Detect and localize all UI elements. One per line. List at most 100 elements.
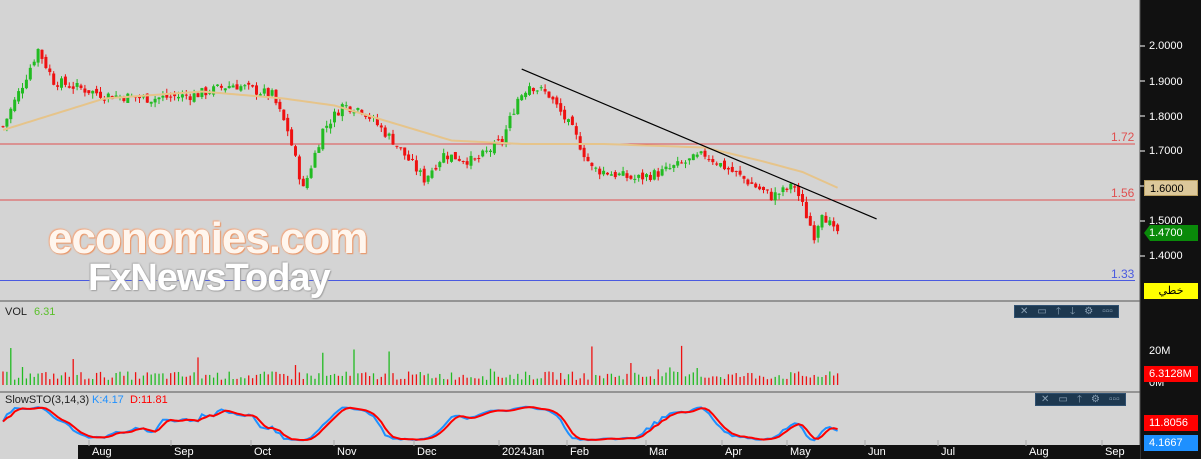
- candle-body: [262, 88, 266, 94]
- candle-body: [169, 96, 173, 98]
- candle-body: [395, 145, 399, 147]
- candle-body: [742, 176, 746, 179]
- candle-body: [36, 49, 40, 63]
- candle-body: [411, 158, 414, 160]
- stoch-k-label: K:4.17: [92, 394, 124, 406]
- candle-body: [177, 96, 180, 99]
- candle-body: [67, 86, 71, 88]
- candle-body: [60, 78, 63, 88]
- more-icon[interactable]: ▫▫▫: [1109, 394, 1120, 405]
- candle-body: [703, 150, 707, 157]
- stoch-panel-toolbar: ✕ ▭ 🡑 ⚙ ▫▫▫: [1035, 393, 1126, 406]
- candle-body: [625, 173, 629, 178]
- candle-body: [508, 115, 512, 129]
- candle-body: [422, 168, 426, 183]
- candle-body: [801, 193, 804, 202]
- candle-body: [79, 85, 83, 88]
- move-up-icon[interactable]: 🡑: [1077, 394, 1082, 405]
- candle-body: [219, 85, 223, 88]
- month-label: Sep: [1105, 446, 1125, 458]
- candle-body: [613, 172, 617, 178]
- candle-body: [180, 94, 184, 98]
- candle-body: [450, 154, 453, 162]
- candle-body: [329, 123, 333, 129]
- maximize-icon[interactable]: ▭: [1037, 306, 1046, 317]
- candle-body: [750, 182, 754, 184]
- candle-body: [243, 85, 247, 87]
- candle-body: [473, 158, 477, 160]
- month-label: Aug: [92, 446, 112, 458]
- close-icon[interactable]: ✕: [1020, 306, 1028, 317]
- volume-last-tag: 6.3128M: [1144, 366, 1198, 382]
- candle-body: [699, 151, 703, 154]
- move-up-icon[interactable]: 🡑: [1056, 306, 1061, 317]
- candle-body: [309, 168, 313, 178]
- candle-body: [40, 49, 44, 59]
- month-label: Aug: [1029, 446, 1049, 458]
- gear-icon[interactable]: ⚙: [1084, 306, 1093, 317]
- candle-body: [266, 88, 270, 97]
- candle-body: [684, 162, 687, 164]
- candle-body: [83, 88, 87, 93]
- candle-body: [629, 175, 633, 179]
- candle-body: [586, 156, 590, 162]
- candle-body: [531, 87, 535, 92]
- candle-body: [481, 150, 485, 157]
- hline-label-133: 1.33: [1111, 267, 1135, 281]
- candle-body: [680, 162, 684, 164]
- chart-type-button[interactable]: خطي: [1144, 283, 1198, 299]
- candle-body: [793, 186, 797, 188]
- price-tick: 1.9000: [1149, 76, 1183, 88]
- candle-body: [231, 85, 235, 88]
- gear-icon[interactable]: ⚙: [1091, 394, 1100, 405]
- month-label: Apr: [725, 446, 743, 458]
- candle-body: [777, 193, 781, 195]
- candle-body: [87, 90, 91, 94]
- candle-body: [758, 186, 762, 190]
- candle-body: [582, 147, 586, 158]
- candle-body: [157, 97, 161, 100]
- candle-body: [247, 82, 251, 85]
- candle-body: [1, 126, 5, 128]
- candle-body: [407, 154, 411, 161]
- candle-body: [56, 85, 60, 87]
- candle-body: [641, 172, 645, 180]
- candle-body: [719, 163, 723, 167]
- candle-body: [500, 138, 504, 143]
- candle-body: [512, 113, 516, 115]
- volume-panel-toolbar: ✕ ▭ 🡑 🡓 ⚙ ▫▫▫: [1014, 305, 1119, 318]
- time-axis: [78, 445, 1140, 459]
- candle-body: [496, 139, 500, 141]
- candle-body: [687, 158, 691, 161]
- candle-body: [485, 150, 489, 152]
- candle-body: [282, 109, 286, 121]
- candle-body: [383, 127, 387, 137]
- candle-body: [317, 147, 321, 153]
- candle-body: [461, 161, 465, 163]
- candle-body: [71, 86, 75, 89]
- month-label: Jul: [941, 446, 956, 458]
- candle-body: [528, 86, 531, 95]
- candle-body: [520, 95, 524, 101]
- candle-body: [535, 90, 539, 92]
- hline-label-156: 1.56: [1111, 186, 1135, 200]
- close-icon[interactable]: ✕: [1041, 394, 1049, 405]
- candle-body: [336, 112, 340, 116]
- candle-body: [477, 157, 481, 159]
- candle-body: [723, 160, 726, 170]
- month-label: May: [790, 446, 811, 458]
- candle-body: [95, 88, 99, 94]
- hline-label-172: 1.72: [1111, 130, 1135, 144]
- candle-body: [832, 221, 836, 227]
- candle-body: [63, 76, 67, 85]
- move-down-icon[interactable]: 🡓: [1070, 306, 1075, 317]
- candle-body: [75, 82, 79, 87]
- candle-body: [551, 96, 555, 100]
- more-icon[interactable]: ▫▫▫: [1102, 306, 1113, 317]
- candle-body: [570, 116, 574, 125]
- maximize-icon[interactable]: ▭: [1058, 394, 1067, 405]
- candle-body: [711, 159, 715, 163]
- candle-body: [524, 92, 528, 98]
- stoch-d-tag: 11.8056: [1144, 415, 1198, 431]
- stoch-k-tag: 4.1667: [1144, 435, 1198, 451]
